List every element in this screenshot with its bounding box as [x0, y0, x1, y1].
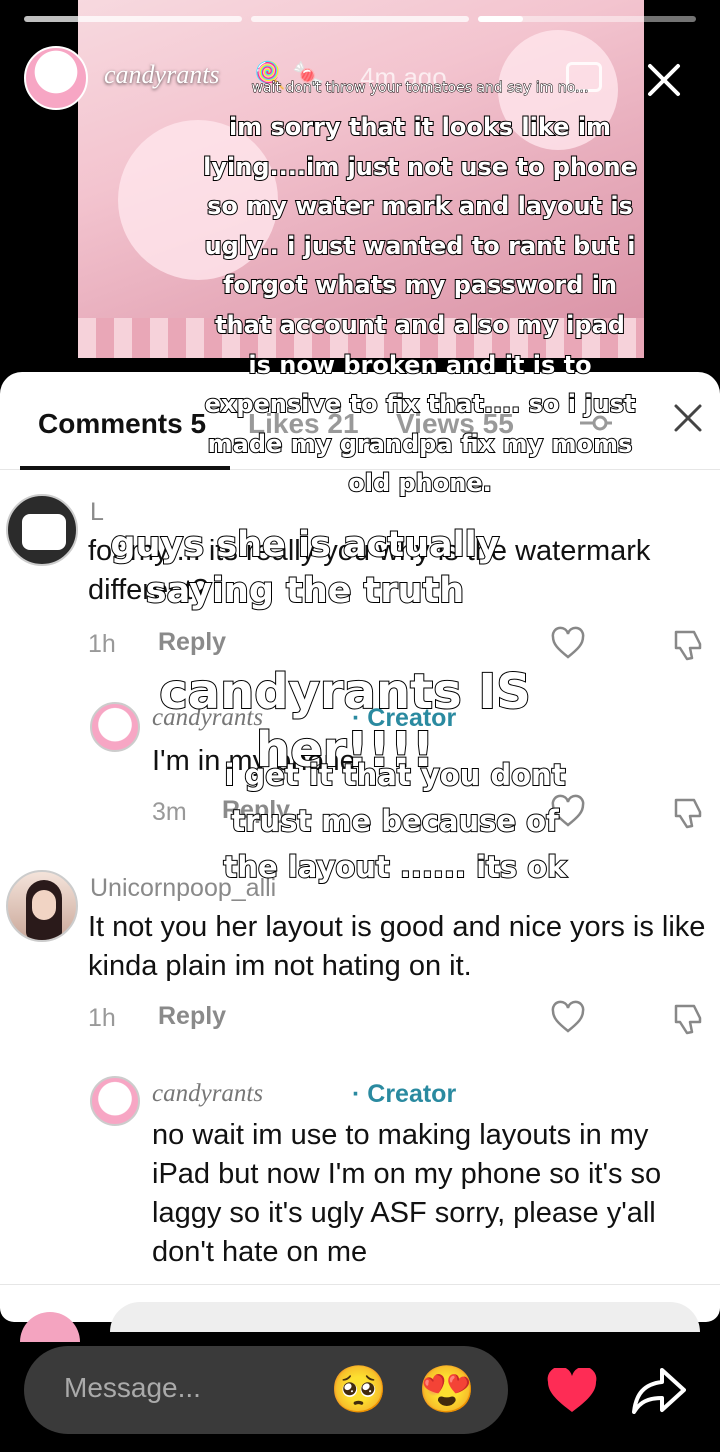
story-overlay-text: im sorry that it looks like im lying....…	[202, 112, 638, 498]
divider	[0, 1284, 720, 1285]
pleading-face-icon[interactable]: 🥺	[330, 1362, 387, 1417]
comment-time: 1h	[88, 630, 116, 658]
dislike-icon[interactable]	[670, 1000, 706, 1036]
like-heart-icon[interactable]	[546, 1368, 598, 1414]
comment-time: 3m	[152, 798, 187, 826]
dislike-icon[interactable]	[670, 794, 706, 830]
story-caption-top: wait don't throw your tomatoes and say i…	[251, 80, 589, 97]
reply-button[interactable]: Reply	[158, 628, 226, 657]
message-input[interactable]: Message... 🥺 😍	[24, 1346, 508, 1434]
creator-badge: · Creator	[352, 1080, 457, 1108]
story-overlay-text-4: i get it that you dont trust me because …	[223, 757, 568, 885]
comment-input-hint[interactable]	[110, 1302, 700, 1332]
sheet-close-icon[interactable]	[668, 398, 708, 438]
heart-outline-icon[interactable]	[550, 626, 586, 662]
avatar[interactable]	[6, 870, 78, 942]
tab-comments[interactable]: Comments 5	[38, 408, 206, 440]
dislike-icon[interactable]	[670, 626, 706, 662]
story-progress-1	[24, 16, 242, 22]
story-progress-3	[478, 16, 696, 22]
share-icon[interactable]	[632, 1366, 686, 1414]
heart-outline-icon[interactable]	[550, 1000, 586, 1036]
story-avatar[interactable]	[24, 46, 88, 110]
story-progress-2	[251, 16, 469, 22]
avatar[interactable]	[6, 494, 78, 566]
reply-item: candyrants · Creator no wait im use to m…	[0, 1076, 720, 1286]
comment-username[interactable]: L	[90, 498, 104, 527]
comment-text: It not you her layout is good and nice y…	[88, 911, 706, 982]
reply-button[interactable]: Reply	[158, 1002, 226, 1031]
comment-text: no wait im use to making layouts in my i…	[152, 1119, 662, 1268]
heart-eyes-icon[interactable]: 😍	[418, 1362, 475, 1417]
tab-indicator	[20, 466, 230, 470]
close-icon[interactable]	[642, 58, 686, 102]
comment-time: 1h	[88, 1004, 116, 1032]
comment-item: Unicornpoop_alli It not you her layout i…	[0, 870, 720, 1050]
avatar[interactable]	[90, 1076, 140, 1126]
story-overlay-text-2: guys she is actually saying the truth	[110, 524, 501, 612]
message-placeholder: Message...	[64, 1372, 201, 1403]
comment-username[interactable]: candyrants	[152, 1080, 263, 1108]
